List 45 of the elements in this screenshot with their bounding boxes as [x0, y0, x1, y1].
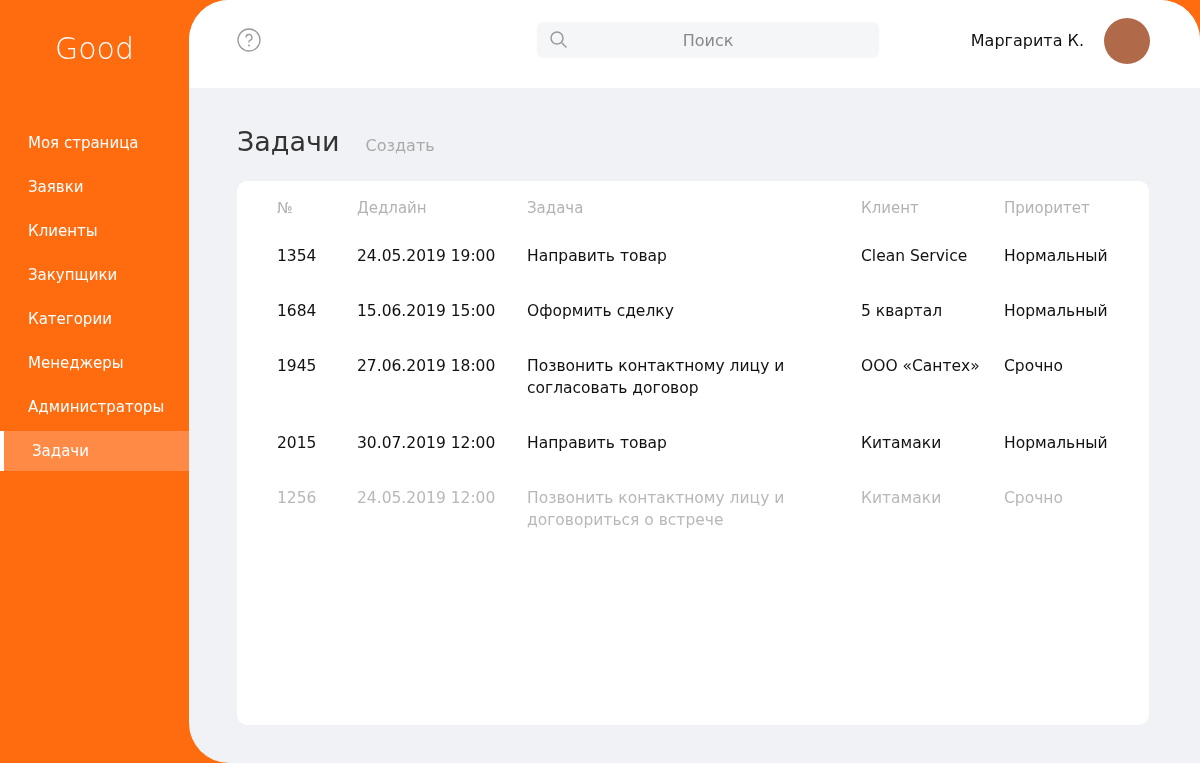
sidebar-item[interactable]: Задачи	[0, 431, 189, 471]
table-cell: 5 квартал	[861, 301, 943, 320]
table-cell: Срочно	[1004, 488, 1063, 507]
column-header: Клиент	[861, 198, 920, 220]
table-cell: 1945	[277, 356, 317, 375]
help-icon[interactable]	[237, 28, 261, 52]
page-title: Задачи	[237, 125, 340, 159]
table-cell: Clean Service	[861, 246, 968, 265]
table-cell: Нормальный	[1004, 301, 1108, 320]
table-cell: 1684	[277, 301, 317, 320]
table-cell: 2015	[277, 433, 317, 452]
table-cell: ООО «Сантех»	[861, 356, 980, 375]
table-cell: Срочно	[1004, 356, 1063, 375]
table-cell: 24.05.2019 19:00	[357, 246, 496, 265]
column-header: Задача	[527, 198, 585, 220]
table-cell: Оформить сделку	[527, 301, 674, 320]
column-header: Дедлайн	[357, 198, 428, 220]
table-cell: Направить товар	[527, 246, 667, 265]
create-link[interactable]: Создать	[365, 134, 435, 158]
sidebar-item[interactable]: Моя страница	[0, 123, 189, 163]
table-cell: Направить товар	[527, 433, 667, 452]
table-cell: Позвонить контактному лицу и согласовать договор	[527, 356, 785, 397]
sidebar-item[interactable]: Менеджеры	[0, 343, 189, 383]
search-field[interactable]: Поиск	[537, 22, 879, 58]
brand-logo: Good	[55, 30, 134, 68]
sidebar-item[interactable]: Заявки	[0, 167, 189, 207]
table-cell: 15.06.2019 15:00	[357, 301, 496, 320]
table-cell: 1354	[277, 246, 317, 265]
sidebar-item[interactable]: Клиенты	[0, 211, 189, 251]
sidebar-item[interactable]: Закупщики	[0, 255, 189, 295]
table-cell: 24.05.2019 12:00	[357, 488, 496, 507]
table-cell: Нормальный	[1004, 246, 1108, 265]
sidebar-item[interactable]: Категории	[0, 299, 189, 339]
column-header: №	[277, 198, 294, 220]
table-cell: Позвонить контактному лицу и договориться о встрече	[527, 488, 785, 529]
user-name: Маргарита К.	[970, 30, 1084, 52]
column-header: Приоритет	[1004, 198, 1091, 220]
table-cell: 1256	[277, 488, 317, 507]
table-cell: 27.06.2019 18:00	[357, 356, 496, 375]
table-cell: 30.07.2019 12:00	[357, 433, 496, 452]
table-cell: Китамаки	[861, 433, 942, 452]
table-cell: Китамаки	[861, 488, 942, 507]
table-cell: Нормальный	[1004, 433, 1108, 452]
sidebar-item[interactable]: Администраторы	[0, 387, 189, 427]
avatar[interactable]	[1104, 18, 1150, 64]
